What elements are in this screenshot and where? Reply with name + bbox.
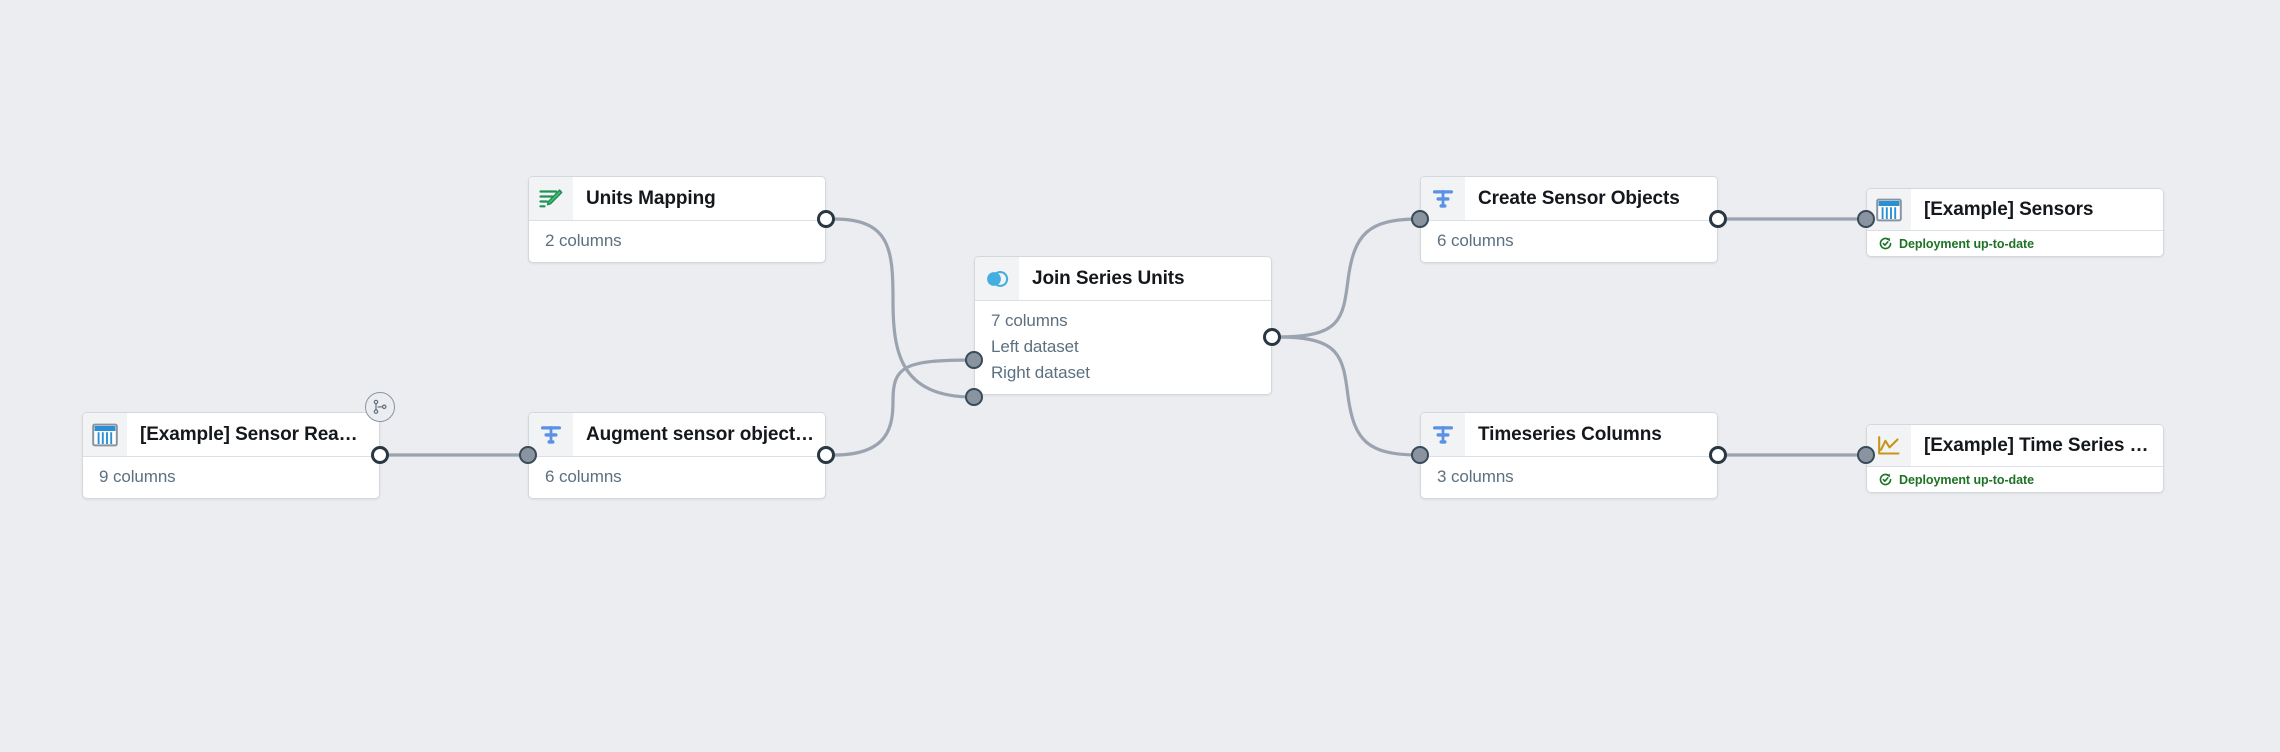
node-header: Join Series Units xyxy=(975,257,1271,301)
node-title: [Example] Sensor Readin… xyxy=(140,423,379,445)
node-column-count: 6 columns xyxy=(1437,231,1514,250)
node-column-count: 2 columns xyxy=(545,231,622,250)
node-title: [Example] Time Series S… xyxy=(1924,434,2161,456)
node-column-count: 6 columns xyxy=(545,467,622,486)
timeseries-chart-icon xyxy=(1867,425,1911,466)
node-title: Create Sensor Objects xyxy=(1478,187,1680,209)
pipeline-canvas[interactable]: [Example] Sensor Readin… 9 columns Units… xyxy=(0,0,2280,752)
deployment-status-badge: Deployment up-to-date xyxy=(1867,467,2163,492)
node-body: 9 columns xyxy=(83,457,379,498)
node-column-count: 7 columns xyxy=(991,311,1068,330)
dataset-table-icon xyxy=(83,413,127,456)
output-port-create-sensor-objects[interactable] xyxy=(1709,210,1727,228)
node-units-mapping[interactable]: Units Mapping 2 columns xyxy=(528,176,826,263)
node-title: Units Mapping xyxy=(586,187,716,209)
node-title: Timeseries Columns xyxy=(1478,423,1662,445)
output-port-augment-sensor-object[interactable] xyxy=(817,446,835,464)
join-venn-icon xyxy=(975,257,1019,300)
input-port-create-sensor-objects[interactable] xyxy=(1411,210,1429,228)
node-body: 6 columns xyxy=(1421,221,1717,262)
node-body: 6 columns xyxy=(529,457,825,498)
output-port-units-mapping[interactable] xyxy=(817,210,835,228)
edge-unitsmapping-joinright xyxy=(832,217,975,399)
node-example-sensors[interactable]: [Example] Sensors Deployment up-to-date xyxy=(1866,188,2164,257)
input-label-left-dataset: Left dataset xyxy=(991,337,1079,356)
node-header: [Example] Sensor Readin… xyxy=(83,413,379,457)
node-title: [Example] Sensors xyxy=(1924,198,2094,220)
node-title: Join Series Units xyxy=(1032,267,1185,289)
mapping-edit-icon xyxy=(529,177,573,220)
node-title: Augment sensor object d… xyxy=(586,423,825,445)
node-body: 2 columns xyxy=(529,221,825,262)
input-port-timeseries-columns[interactable] xyxy=(1411,446,1429,464)
node-header: Create Sensor Objects xyxy=(1421,177,1717,221)
deployment-up-to-date-icon xyxy=(1878,236,1893,251)
output-port-sensor-readings[interactable] xyxy=(371,446,389,464)
node-join-series-units[interactable]: Join Series Units 7 columns Left dataset… xyxy=(974,256,1272,395)
output-port-timeseries-columns[interactable] xyxy=(1709,446,1727,464)
node-create-sensor-objects[interactable]: Create Sensor Objects 6 columns xyxy=(1420,176,1718,263)
edge-augment-joinleft xyxy=(832,358,975,457)
node-column-count: 9 columns xyxy=(99,467,176,486)
node-header: Units Mapping xyxy=(529,177,825,221)
deployment-up-to-date-icon xyxy=(1878,472,1893,487)
node-body: 7 columns Left dataset Right dataset xyxy=(975,301,1271,394)
node-augment-sensor-object[interactable]: Augment sensor object d… 6 columns xyxy=(528,412,826,499)
input-label-right-dataset: Right dataset xyxy=(991,363,1090,382)
input-port-example-time-series[interactable] xyxy=(1857,446,1875,464)
input-port-join-right-dataset[interactable] xyxy=(965,388,983,406)
node-header: [Example] Time Series S… xyxy=(1867,425,2163,467)
deployment-status-badge: Deployment up-to-date xyxy=(1867,231,2163,256)
node-timeseries-columns[interactable]: Timeseries Columns 3 columns xyxy=(1420,412,1718,499)
node-header: [Example] Sensors xyxy=(1867,189,2163,231)
node-header: Augment sensor object d… xyxy=(529,413,825,457)
output-port-join-series-units[interactable] xyxy=(1263,328,1281,346)
branch-icon xyxy=(373,399,387,414)
edge-join-createsensorobjects xyxy=(1276,217,1421,339)
input-port-augment-sensor-object[interactable] xyxy=(519,446,537,464)
input-port-example-sensors[interactable] xyxy=(1857,210,1875,228)
node-sensor-readings[interactable]: [Example] Sensor Readin… 9 columns xyxy=(82,412,380,499)
input-port-join-left-dataset[interactable] xyxy=(965,351,983,369)
branch-badge-sensor-readings[interactable] xyxy=(365,392,395,422)
dataset-table-icon xyxy=(1867,189,1911,230)
deployment-status-text: Deployment up-to-date xyxy=(1899,236,2035,251)
node-body: 3 columns xyxy=(1421,457,1717,498)
edge-join-timeseriescolumns xyxy=(1276,335,1421,457)
node-header: Timeseries Columns xyxy=(1421,413,1717,457)
deployment-status-text: Deployment up-to-date xyxy=(1899,472,2035,487)
node-example-time-series[interactable]: [Example] Time Series S… Deployment up-t… xyxy=(1866,424,2164,493)
node-column-count: 3 columns xyxy=(1437,467,1514,486)
